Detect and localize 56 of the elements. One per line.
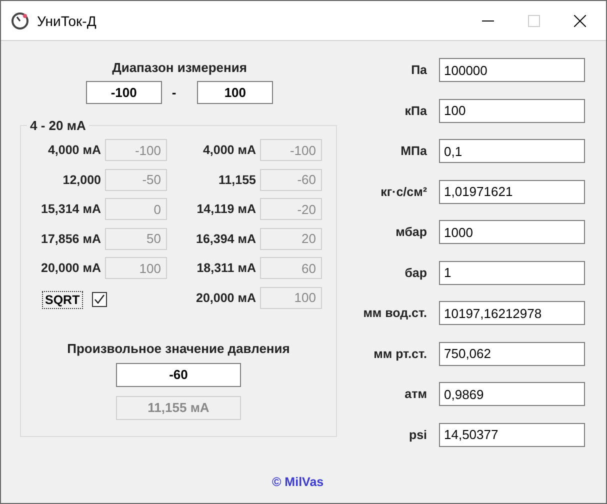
current-label: 20,000 мА xyxy=(195,290,256,304)
unit-value-field[interactable]: 1000 xyxy=(439,220,585,244)
unit-value-field[interactable]: 750,062 xyxy=(439,342,585,366)
value-field: 60 xyxy=(260,257,322,279)
current-label: 15,314 мА xyxy=(40,202,101,216)
value-field: -100 xyxy=(105,139,167,161)
current-label: 18,311 мА xyxy=(196,261,256,275)
unit-label: psi xyxy=(408,428,427,442)
unit-label: мм вод.ст. xyxy=(362,306,427,320)
unit-value-field[interactable]: 100000 xyxy=(439,58,585,82)
current-label: 4,000 мА xyxy=(202,143,256,157)
pressure-input-field[interactable]: -60 xyxy=(116,362,241,386)
unit-value-field[interactable]: 10197,16212978 xyxy=(439,301,585,325)
current-label: 17,856 мА xyxy=(40,232,101,246)
value-field: -50 xyxy=(105,168,167,190)
current-label: 11,155 xyxy=(217,172,256,186)
value-field: 0 xyxy=(105,198,167,220)
unit-label: кПа xyxy=(404,104,427,118)
value-field: -100 xyxy=(260,139,322,161)
window-title: УниТок-Д xyxy=(37,12,96,28)
unit-label: атм xyxy=(404,387,427,401)
group-title: 4 - 20 мА xyxy=(29,118,87,133)
value-field: 100 xyxy=(260,286,322,308)
current-label: 16,394 мА xyxy=(195,232,256,246)
unit-label: бар xyxy=(404,266,427,280)
value-field: 100 xyxy=(105,257,167,279)
gauge-icon xyxy=(11,12,29,30)
sqrt-label[interactable]: SQRT xyxy=(42,290,83,308)
current-label: 14,119 мА xyxy=(196,202,256,216)
unit-value-field[interactable]: 0,1 xyxy=(439,139,585,163)
unit-label: Па xyxy=(410,63,427,77)
value-field: 20 xyxy=(260,228,322,250)
arbitrary-pressure-label: Произвольное значение давления xyxy=(67,340,290,356)
unit-label: МПа xyxy=(400,144,427,158)
current-label: 20,000 мА xyxy=(40,261,101,275)
unit-value-field[interactable]: 100 xyxy=(439,98,585,122)
unit-value-field[interactable]: 0,9869 xyxy=(439,382,585,406)
range-from-field[interactable]: -100 xyxy=(86,81,162,104)
range-separator: - xyxy=(172,85,176,100)
unit-label: мбар xyxy=(394,225,427,239)
unit-value-field[interactable]: 1,01971621 xyxy=(439,180,585,204)
current-output-field: 11,155 мА xyxy=(116,396,241,420)
unit-label: мм рт.ст. xyxy=(372,346,427,360)
value-field: -20 xyxy=(260,198,322,220)
unit-value-field[interactable]: 14,50377 xyxy=(439,422,585,446)
current-label: 4,000 мА xyxy=(46,143,101,157)
current-label: 12,000 xyxy=(62,172,101,186)
range-label: Диапазон измерения xyxy=(112,60,247,75)
copyright-text: © MilVas xyxy=(272,475,324,489)
range-to-field[interactable]: 100 xyxy=(197,81,274,104)
value-field: -60 xyxy=(260,168,322,190)
unit-label: кг·с/см² xyxy=(380,184,427,198)
unit-value-field[interactable]: 1 xyxy=(439,260,585,284)
value-field: 50 xyxy=(105,228,167,250)
close-icon[interactable] xyxy=(574,14,586,26)
sqrt-checkbox[interactable] xyxy=(92,292,107,307)
